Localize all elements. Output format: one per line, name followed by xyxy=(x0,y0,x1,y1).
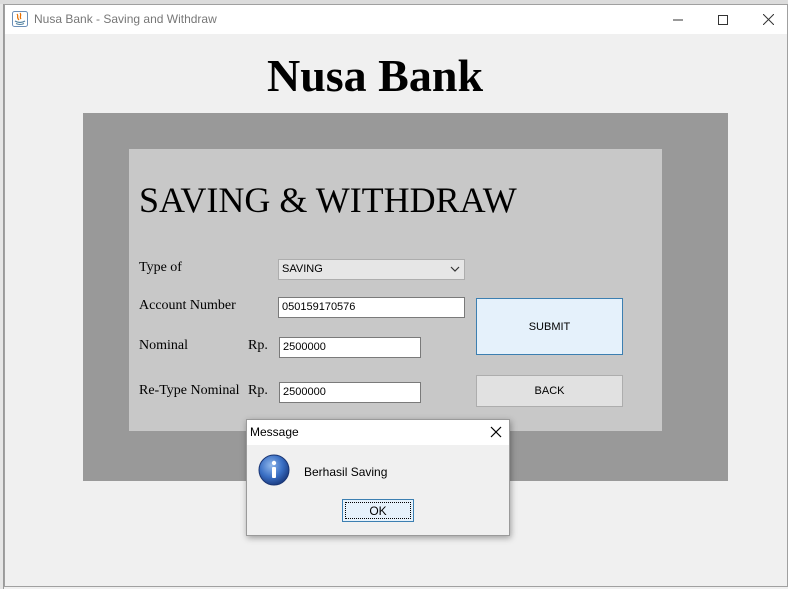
retype-nominal-field[interactable]: 2500000 xyxy=(279,382,421,403)
account-number-field[interactable]: 050159170576 xyxy=(278,297,465,318)
account-number-label: Account Number xyxy=(139,298,236,313)
dialog-title: Message xyxy=(250,425,299,439)
form-title: SAVING & WITHDRAW xyxy=(139,180,517,220)
retype-currency-label: Rp. xyxy=(248,383,268,398)
retype-nominal-label: Re-Type Nominal xyxy=(139,383,240,398)
close-icon xyxy=(762,14,774,25)
nominal-currency-label: Rp. xyxy=(248,338,268,353)
title-bar[interactable]: Nusa Bank - Saving and Withdraw xyxy=(5,5,787,34)
message-dialog: Message Berhasil Saving OK xyxy=(246,419,510,536)
chevron-down-icon xyxy=(450,266,460,272)
form-panel: SAVING & WITHDRAW Type of SAVING Account… xyxy=(129,149,662,431)
ok-button[interactable]: OK xyxy=(342,499,414,522)
nominal-field[interactable]: 2500000 xyxy=(279,337,421,358)
minimize-icon xyxy=(673,19,683,20)
type-select-value: SAVING xyxy=(282,263,323,275)
maximize-button[interactable] xyxy=(700,5,746,34)
minimize-button[interactable] xyxy=(655,5,701,34)
close-button[interactable] xyxy=(745,5,788,34)
window-title: Nusa Bank - Saving and Withdraw xyxy=(34,12,217,26)
nominal-label: Nominal xyxy=(139,338,188,353)
dialog-message: Berhasil Saving xyxy=(304,465,388,479)
page-heading: Nusa Bank xyxy=(266,50,484,101)
type-label: Type of xyxy=(139,260,182,275)
submit-button[interactable]: SUBMIT xyxy=(476,298,623,355)
back-button[interactable]: BACK xyxy=(476,375,623,407)
maximize-icon xyxy=(718,14,728,25)
information-icon xyxy=(258,454,290,486)
focus-ring xyxy=(345,502,411,519)
dialog-title-bar[interactable]: Message xyxy=(247,420,509,445)
type-select[interactable]: SAVING xyxy=(278,259,465,280)
java-app-icon xyxy=(12,11,28,27)
close-icon[interactable] xyxy=(489,425,503,439)
